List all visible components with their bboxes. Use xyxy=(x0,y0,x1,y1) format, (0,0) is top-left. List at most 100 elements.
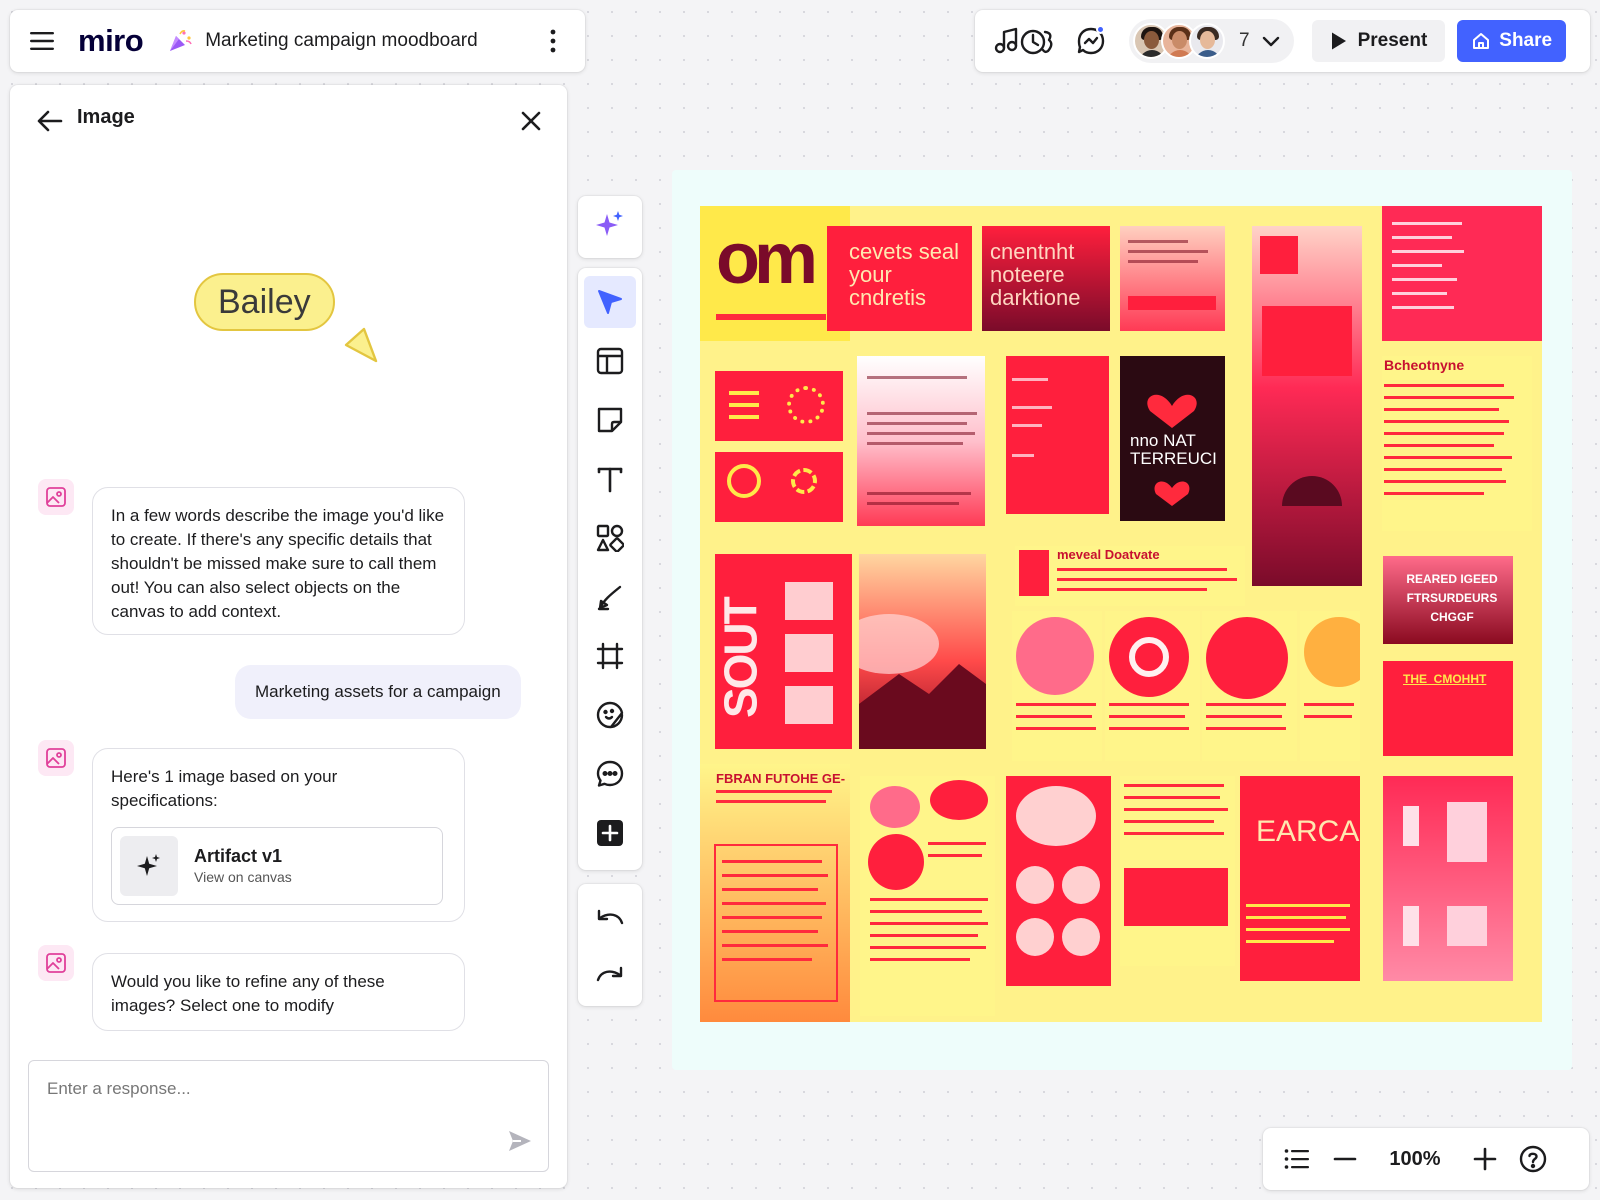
share-button[interactable]: Share xyxy=(1457,20,1567,62)
zoom-controls: 100% xyxy=(1263,1128,1589,1190)
add-more-icon[interactable] xyxy=(584,807,636,859)
main-menu-icon[interactable] xyxy=(28,27,56,55)
poster-tile: cevets seal your cndretis xyxy=(827,226,972,331)
panel-title: Image xyxy=(77,106,135,128)
poster-headline: REARED IGEED FTRSURDEURS CHGGF xyxy=(1406,572,1498,625)
pen-icon[interactable] xyxy=(584,571,636,623)
poster-tile xyxy=(1382,206,1542,341)
poster-tile xyxy=(1006,776,1111,986)
image-icon xyxy=(38,945,74,981)
view-on-canvas-link[interactable]: View on canvas xyxy=(194,867,292,887)
present-button[interactable]: Present xyxy=(1311,20,1446,62)
poster-tile: EARCA xyxy=(1240,776,1360,981)
close-icon[interactable] xyxy=(515,105,547,137)
back-arrow-icon[interactable] xyxy=(34,105,66,137)
poster-tile xyxy=(859,554,986,749)
timer-music-icon[interactable] xyxy=(993,21,1055,61)
zoom-level[interactable]: 100% xyxy=(1369,1148,1461,1171)
shapes-icon[interactable] xyxy=(584,512,636,564)
moodboard-image[interactable]: om cevets seal your cndretis cnentnht no… xyxy=(700,206,1542,1022)
chat-icon[interactable] xyxy=(1071,21,1111,61)
image-icon xyxy=(38,740,74,776)
select-icon[interactable] xyxy=(584,276,636,328)
miro-logo[interactable]: miro xyxy=(78,23,144,59)
zoom-out-icon[interactable] xyxy=(1321,1135,1369,1183)
poster-tile: THE_CMOHHT xyxy=(1383,661,1513,756)
artifact-title: Artifact v1 xyxy=(194,846,283,866)
share-label: Share xyxy=(1499,30,1553,51)
poster-tile xyxy=(1202,611,1297,761)
generated-image-frame[interactable]: om cevets seal your cndretis cnentnht no… xyxy=(672,170,1572,1070)
creation-toolbar xyxy=(578,268,642,870)
history-toolbar xyxy=(578,884,642,1006)
undo-icon[interactable] xyxy=(584,892,636,942)
poster-headline: SOUT xyxy=(715,598,767,719)
poster-tile xyxy=(715,452,843,522)
image-icon xyxy=(38,479,74,515)
sparkle-icon xyxy=(120,836,178,896)
poster-tile xyxy=(1252,226,1362,586)
stickers-icon[interactable] xyxy=(584,689,636,741)
poster-tile xyxy=(860,776,995,1016)
poster-tile: Bcheotnyne xyxy=(1382,356,1532,531)
templates-icon[interactable] xyxy=(584,335,636,387)
poster-headline: cevets seal your cndretis xyxy=(849,239,960,311)
poster-tile: REARED IGEED FTRSURDEURS CHGGF xyxy=(1383,556,1513,644)
zoom-in-icon[interactable] xyxy=(1461,1135,1509,1183)
poster-tile xyxy=(1012,611,1102,761)
assistant-message: In a few words describe the image you'd … xyxy=(92,487,465,635)
poster-tile: meveal Doatvate xyxy=(1015,546,1245,606)
frame-icon[interactable] xyxy=(584,630,636,682)
help-icon[interactable] xyxy=(1509,1135,1557,1183)
board-title[interactable]: Marketing campaign moodboard xyxy=(205,30,478,52)
collaborator-cursor-label: Bailey xyxy=(194,273,335,331)
poster-headline: nno NAT TERREUCI xyxy=(1130,431,1217,468)
artifact-card[interactable]: Artifact v1 View on canvas xyxy=(111,827,443,905)
collaboration-header: 7 Present Share xyxy=(975,10,1590,72)
chevron-down-icon xyxy=(1260,30,1282,52)
user-message: Marketing assets for a campaign xyxy=(235,665,521,719)
poster-headline: cnentnht noteere darktione xyxy=(990,239,1081,311)
poster-tile: cnentnht noteere darktione xyxy=(982,226,1110,331)
board-header: miro Marketing campaign moodboard xyxy=(10,10,585,72)
comment-icon[interactable] xyxy=(584,748,636,800)
text-icon[interactable] xyxy=(584,453,636,505)
image-generator-panel: Image Bailey In a few words describe the… xyxy=(10,85,567,1188)
assistant-message: Here's 1 image based on your specificati… xyxy=(92,748,465,922)
poster-tile xyxy=(1105,611,1200,761)
assistant-message-text: Here's 1 image based on your specificati… xyxy=(111,767,338,810)
redo-icon[interactable] xyxy=(584,949,636,999)
poster-headline: meveal Doatvate xyxy=(1057,547,1160,562)
poster-tile xyxy=(857,356,985,526)
cursor-pointer-icon xyxy=(342,325,382,365)
poster-tile xyxy=(1120,226,1225,331)
sticky-note-icon[interactable] xyxy=(584,394,636,446)
collaborators-menu[interactable]: 7 xyxy=(1129,19,1294,63)
notification-dot xyxy=(1096,25,1105,34)
poster-tile xyxy=(1300,611,1360,761)
poster-tile: SOUT xyxy=(715,554,852,749)
more-options-icon[interactable] xyxy=(539,27,567,55)
poster-headline: Bcheotnyne xyxy=(1384,357,1465,373)
poster-tile xyxy=(1120,776,1235,966)
response-box xyxy=(28,1060,549,1172)
poster-headline: THE_CMOHHT xyxy=(1403,672,1487,686)
poster-headline: EARCA xyxy=(1256,815,1360,848)
poster-tile xyxy=(715,371,843,441)
send-icon[interactable] xyxy=(506,1127,534,1155)
response-input[interactable] xyxy=(29,1061,548,1171)
party-popper-icon xyxy=(167,28,193,54)
share-building-icon xyxy=(1471,31,1491,51)
ai-sparkle-icon[interactable] xyxy=(584,198,636,250)
ai-toolbar xyxy=(578,196,642,258)
assistant-message: Would you like to refine any of these im… xyxy=(92,953,465,1031)
play-icon xyxy=(1330,31,1348,51)
poster-headline: FBRAN FUTOHE GE- xyxy=(716,771,846,786)
poster-tile xyxy=(1383,776,1513,981)
board-outline-icon[interactable] xyxy=(1273,1135,1321,1183)
collaborator-count: 7 xyxy=(1239,30,1250,51)
poster-tile xyxy=(1006,356,1109,514)
avatar[interactable] xyxy=(1189,23,1225,59)
poster-headline: om xyxy=(716,219,818,299)
present-label: Present xyxy=(1357,30,1428,51)
